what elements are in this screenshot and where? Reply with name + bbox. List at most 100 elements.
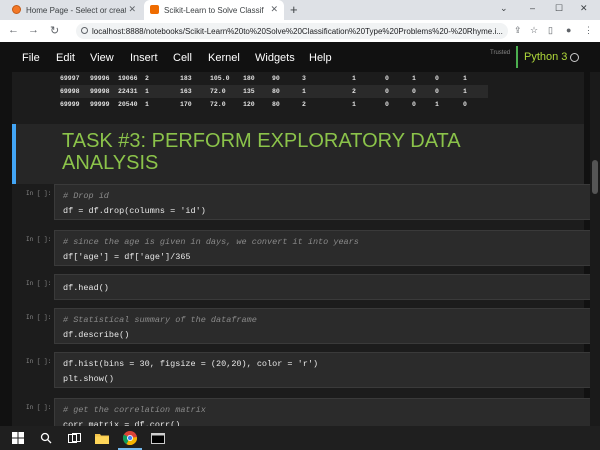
table-cell: 1 — [145, 88, 149, 95]
cell-prompt: In [ ]: — [26, 314, 52, 321]
code-line: df['age'] = df['age']/365 — [63, 252, 191, 262]
section-heading: TASK #3: PERFORM EXPLORATORY DATA ANALYS… — [62, 130, 460, 174]
code-cell: In [ ]: df.hist(bins = 30, figsize = (20,… — [12, 352, 592, 388]
maximize-button[interactable]: ☐ — [555, 3, 563, 14]
browser-tab-strip: Home Page - Select or create a notebook … — [0, 0, 600, 20]
table-cell: 69997 — [60, 75, 80, 82]
menu-widgets[interactable]: Widgets — [255, 52, 295, 64]
table-cell: 120 — [243, 101, 255, 108]
close-window-button[interactable]: ✕ — [580, 3, 588, 14]
task-view-icon[interactable] — [62, 426, 86, 450]
table-cell: 20540 — [118, 101, 138, 108]
code-cell: In [ ]: # Statistical summary of the data… — [12, 308, 592, 344]
table-cell: 0 — [385, 88, 389, 95]
table-cell: 180 — [243, 75, 255, 82]
table-cell: 0 — [435, 75, 439, 82]
table-cell: 99999 — [90, 101, 110, 108]
file-explorer-icon[interactable] — [90, 426, 114, 450]
menu-file[interactable]: File — [22, 52, 40, 64]
table-cell: 72.0 — [210, 88, 226, 95]
minimize-button[interactable]: – — [530, 3, 535, 13]
table-cell: 2 — [302, 101, 306, 108]
code-input[interactable]: # Statistical summary of the dataframe df… — [54, 308, 592, 344]
code-input[interactable]: # since the age is given in days, we con… — [54, 230, 592, 266]
kernel-name: Python 3 — [524, 51, 568, 63]
back-arrow-icon[interactable]: ← — [8, 24, 19, 36]
close-icon[interactable]: ✕ — [128, 4, 136, 15]
menu-insert[interactable]: Insert — [130, 52, 158, 64]
code-input[interactable]: df.head() — [54, 274, 592, 300]
cell-prompt: In [ ]: — [26, 236, 52, 243]
tab-title: Home Page - Select or create a notebook — [26, 5, 126, 15]
address-bar-row: ← → ↻ localhost:8888/notebooks/Scikit-Le… — [0, 20, 600, 43]
code-cell: In [ ]: # since the age is given in days,… — [12, 230, 592, 266]
code-line: df = df.drop(columns = 'id') — [63, 206, 206, 216]
chrome-icon[interactable] — [118, 426, 142, 450]
table-cell: 1 — [352, 75, 356, 82]
share-icon[interactable]: ⇪ — [514, 25, 522, 36]
code-line: df.describe() — [63, 330, 130, 340]
table-cell: 170 — [180, 101, 192, 108]
code-comment: # Statistical summary of the dataframe — [63, 315, 257, 325]
code-line: df.head() — [63, 283, 109, 293]
table-cell: 69999 — [60, 101, 80, 108]
table-cell: 99996 — [90, 75, 110, 82]
table-cell: 0 — [385, 75, 389, 82]
code-cell: In [ ]: df.head() — [12, 274, 592, 300]
table-cell: 99998 — [90, 88, 110, 95]
table-cell: 1 — [145, 101, 149, 108]
code-input[interactable]: df.hist(bins = 30, figsize = (20,20), co… — [54, 352, 592, 388]
more-menu-icon[interactable]: ⋮ — [584, 25, 593, 36]
menu-edit[interactable]: Edit — [56, 52, 75, 64]
browser-tab-home[interactable]: Home Page - Select or create a notebook … — [6, 0, 142, 20]
table-cell: 90 — [272, 75, 280, 82]
profile-icon[interactable]: ● — [566, 25, 571, 35]
code-input[interactable]: # Drop id df = df.drop(columns = 'id') — [54, 184, 592, 220]
search-icon[interactable] — [34, 426, 58, 450]
code-input[interactable]: # get the correlation matrix corr_matrix … — [54, 398, 592, 426]
kernel-status-icon — [570, 53, 579, 62]
table-cell: 80 — [272, 88, 280, 95]
table-cell: 163 — [180, 88, 192, 95]
menu-kernel[interactable]: Kernel — [208, 52, 240, 64]
sidebar-icon[interactable]: ▯ — [548, 25, 553, 36]
table-cell: 80 — [272, 101, 280, 108]
reload-icon[interactable]: ↻ — [50, 24, 59, 37]
code-cell: In [ ]: # Drop id df = df.drop(columns = '… — [12, 184, 592, 220]
jupyter-menubar: File Edit View Insert Cell Kernel Widget… — [0, 42, 600, 72]
scrollbar-thumb[interactable] — [592, 160, 598, 194]
table-cell: 69998 — [60, 88, 80, 95]
tab-search-icon[interactable]: ⌄ — [500, 3, 508, 14]
close-icon[interactable]: ✕ — [270, 4, 278, 15]
table-cell: 2 — [145, 75, 149, 82]
table-cell: 0 — [412, 88, 416, 95]
terminal-icon[interactable] — [146, 426, 170, 450]
menu-view[interactable]: View — [90, 52, 114, 64]
code-line: plt.show() — [63, 374, 115, 384]
cell-prompt: In [ ]: — [26, 404, 52, 411]
code-line: df.hist(bins = 30, figsize = (20,20), co… — [63, 359, 319, 369]
bookmark-star-icon[interactable]: ☆ — [530, 25, 538, 36]
table-cell: 1 — [435, 101, 439, 108]
trusted-indicator[interactable]: Trusted — [490, 50, 510, 56]
page-scrollbar[interactable] — [590, 72, 600, 426]
table-cell: 0 — [435, 88, 439, 95]
code-comment: # Drop id — [63, 191, 109, 201]
forward-arrow-icon[interactable]: → — [28, 24, 39, 36]
browser-tab-notebook[interactable]: Scikit-Learn to Solve Classification ✕ — [144, 0, 284, 20]
table-row: 69997 99996 19066 2 183 105.0 180 90 3 1 0 1 0 1 — [60, 72, 488, 85]
table-cell: 1 — [352, 101, 356, 108]
kernel-separator — [516, 46, 518, 68]
table-cell: 0 — [385, 101, 389, 108]
table-cell: 3 — [302, 75, 306, 82]
new-tab-button[interactable]: + — [290, 2, 298, 17]
menu-help[interactable]: Help — [309, 52, 332, 64]
table-cell: 183 — [180, 75, 192, 82]
url-field[interactable]: localhost:8888/notebooks/Scikit-Learn%20… — [76, 23, 508, 39]
windows-start-icon[interactable] — [6, 426, 30, 450]
menu-cell[interactable]: Cell — [173, 52, 192, 64]
jupyter-favicon-icon — [12, 5, 21, 14]
tab-title: Scikit-Learn to Solve Classification — [164, 5, 264, 15]
table-cell: 1 — [463, 88, 467, 95]
cell-prompt: In [ ]: — [26, 280, 52, 287]
